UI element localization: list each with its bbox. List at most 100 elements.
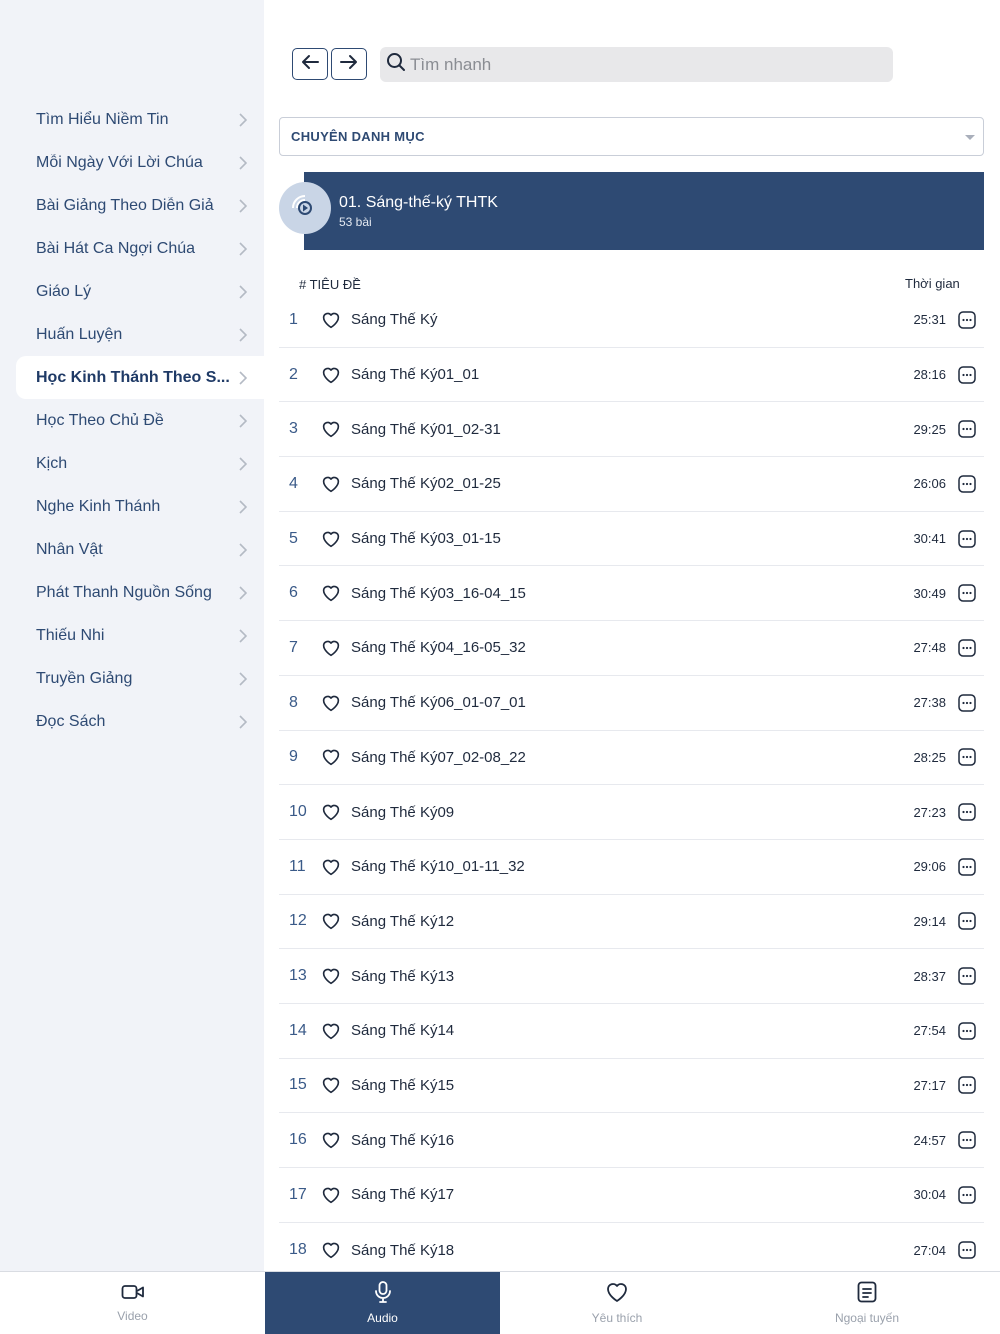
track-title: Sáng Thế Ký12 bbox=[351, 912, 455, 930]
sidebar-item-bai-hat-ca-ngoi-chua[interactable]: Bài Hát Ca Ngợi Chúa bbox=[16, 227, 264, 270]
heart-icon[interactable] bbox=[311, 311, 351, 329]
sidebar-item-tim-hieu-niem-tin[interactable]: Tìm Hiểu Niềm Tin bbox=[16, 98, 264, 141]
track-duration: 27:48 bbox=[913, 640, 946, 656]
sidebar-item-truyen-giang[interactable]: Truyền Giảng bbox=[16, 657, 264, 700]
more-options-icon[interactable] bbox=[958, 912, 976, 931]
track-number: 9 bbox=[289, 748, 298, 766]
tab-audio[interactable]: Audio bbox=[265, 1272, 500, 1334]
sidebar-item-bai-giang-theo-dien-gia[interactable]: Bài Giảng Theo Diễn Giả bbox=[16, 184, 264, 227]
more-options-icon[interactable] bbox=[958, 693, 976, 712]
heart-icon[interactable] bbox=[311, 858, 351, 876]
track-row[interactable]: 8 Sáng Thế Ký06_01-07_01 27:38 bbox=[279, 676, 984, 731]
track-title: Sáng Thế Ký01_02-31 bbox=[351, 420, 501, 438]
forward-button[interactable] bbox=[331, 48, 367, 80]
heart-icon[interactable] bbox=[311, 1022, 351, 1040]
track-duration: 30:04 bbox=[913, 1187, 946, 1203]
more-options-icon[interactable] bbox=[958, 967, 976, 985]
track-row[interactable]: 10 Sáng Thế Ký09 27:23 bbox=[279, 785, 984, 840]
heart-icon[interactable] bbox=[311, 1131, 351, 1149]
track-row[interactable]: 1 Sáng Thế Ký 25:31 bbox=[279, 293, 984, 348]
more-options-icon[interactable] bbox=[958, 1186, 976, 1204]
track-row[interactable]: 12 Sáng Thế Ký12 29:14 bbox=[279, 895, 984, 950]
more-options-icon[interactable] bbox=[958, 803, 976, 821]
track-duration: 25:31 bbox=[913, 312, 946, 328]
track-duration: 29:25 bbox=[913, 421, 946, 437]
playlist-banner[interactable]: 01. Sáng-thế-ký THTK 53 bài bbox=[304, 172, 984, 250]
track-row[interactable]: 4 Sáng Thế Ký02_01-25 26:06 bbox=[279, 457, 984, 512]
sidebar-item-kich[interactable]: Kịch bbox=[16, 442, 264, 485]
category-select[interactable]: CHUYÊN DANH MỤC bbox=[279, 117, 984, 156]
heart-icon[interactable] bbox=[311, 803, 351, 821]
heart-icon[interactable] bbox=[311, 912, 351, 930]
heart-icon[interactable] bbox=[311, 694, 351, 712]
heart-icon[interactable] bbox=[311, 366, 351, 384]
more-options-icon[interactable] bbox=[958, 748, 976, 767]
heart-icon[interactable] bbox=[311, 639, 351, 657]
track-duration: 27:17 bbox=[913, 1077, 946, 1093]
more-options-icon[interactable] bbox=[958, 639, 976, 657]
track-title: Sáng Thế Ký09 bbox=[351, 803, 455, 821]
track-row[interactable]: 2 Sáng Thế Ký01_01 28:16 bbox=[279, 348, 984, 403]
track-row[interactable]: 16 Sáng Thế Ký16 24:57 bbox=[279, 1113, 984, 1168]
sidebar-item-moi-ngay-voi-loi-chua[interactable]: Mỗi Ngày Với Lời Chúa bbox=[16, 141, 264, 184]
more-options-icon[interactable] bbox=[958, 420, 976, 438]
back-button[interactable] bbox=[292, 48, 328, 80]
sidebar: Tìm Hiểu Niềm Tin Mỗi Ngày Với Lời Chúa … bbox=[0, 0, 264, 1271]
track-row[interactable]: 13 Sáng Thế Ký13 28:37 bbox=[279, 949, 984, 1004]
sidebar-item-huan-luyen[interactable]: Huấn Luyện bbox=[16, 313, 264, 356]
more-options-icon[interactable] bbox=[958, 1131, 976, 1149]
track-number: 3 bbox=[289, 420, 298, 438]
track-number: 12 bbox=[289, 912, 307, 930]
more-options-icon[interactable] bbox=[958, 1076, 976, 1095]
track-title: Sáng Thế Ký13 bbox=[351, 967, 455, 985]
track-row[interactable]: 6 Sáng Thế Ký03_16-04_15 30:49 bbox=[279, 566, 984, 622]
track-row[interactable]: 7 Sáng Thế Ký04_16-05_32 27:48 bbox=[279, 621, 984, 676]
track-row[interactable]: 5 Sáng Thế Ký03_01-15 30:41 bbox=[279, 512, 984, 567]
track-duration: 28:16 bbox=[913, 367, 946, 383]
track-title: Sáng Thế Ký01_01 bbox=[351, 366, 480, 384]
heart-icon[interactable] bbox=[311, 1186, 351, 1204]
tab-label: Ngoại tuyến bbox=[834, 1311, 900, 1325]
sidebar-item-thieu-nhi[interactable]: Thiếu Nhi bbox=[16, 614, 264, 657]
track-row[interactable]: 18 Sáng Thế Ký18 27:04 bbox=[279, 1223, 984, 1271]
sidebar-item-giao-ly[interactable]: Giáo Lý bbox=[16, 270, 264, 313]
heart-icon[interactable] bbox=[311, 748, 351, 766]
track-duration: 28:37 bbox=[913, 968, 946, 984]
heart-icon[interactable] bbox=[311, 584, 351, 602]
chevron-right-icon bbox=[236, 499, 250, 514]
track-row[interactable]: 9 Sáng Thế Ký07_02-08_22 28:25 bbox=[279, 731, 984, 786]
track-row[interactable]: 11 Sáng Thế Ký10_01-11_32 29:06 bbox=[279, 840, 984, 895]
track-row[interactable]: 14 Sáng Thế Ký14 27:54 bbox=[279, 1004, 984, 1059]
caret-down-icon bbox=[965, 135, 975, 140]
sidebar-item-hoc-kinh-thanh[interactable]: Học Kinh Thánh Theo S... bbox=[16, 356, 264, 399]
search-box bbox=[380, 47, 893, 82]
sidebar-item-nghe-kinh-thanh[interactable]: Nghe Kinh Thánh bbox=[16, 485, 264, 528]
search-input[interactable] bbox=[410, 54, 870, 75]
track-row[interactable]: 3 Sáng Thế Ký01_02-31 29:25 bbox=[279, 402, 984, 458]
tab-favorites[interactable]: Yêu thích bbox=[500, 1272, 734, 1334]
sidebar-item-nhan-vat[interactable]: Nhân Vật bbox=[16, 528, 264, 571]
sidebar-item-phat-thanh-nguon-song[interactable]: Phát Thanh Nguồn Sống bbox=[16, 571, 264, 614]
sidebar-item-label: Nhân Vật bbox=[36, 540, 103, 558]
heart-icon[interactable] bbox=[311, 420, 351, 438]
heart-icon[interactable] bbox=[311, 967, 351, 985]
more-options-icon[interactable] bbox=[958, 1022, 976, 1040]
heart-icon[interactable] bbox=[311, 1076, 351, 1094]
sidebar-item-doc-sach[interactable]: Đọc Sách bbox=[16, 700, 264, 743]
more-options-icon[interactable] bbox=[958, 365, 976, 384]
sidebar-item-hoc-theo-chu-de[interactable]: Học Theo Chủ Đề bbox=[16, 399, 264, 442]
heart-icon[interactable] bbox=[311, 530, 351, 548]
track-title: Sáng Thế Ký17 bbox=[351, 1186, 455, 1204]
more-options-icon[interactable] bbox=[958, 529, 976, 548]
heart-icon[interactable] bbox=[311, 475, 351, 493]
tab-video[interactable]: Video bbox=[0, 1272, 265, 1334]
more-options-icon[interactable] bbox=[958, 857, 976, 876]
track-row[interactable]: 15 Sáng Thế Ký15 27:17 bbox=[279, 1059, 984, 1114]
more-options-icon[interactable] bbox=[958, 1241, 976, 1259]
heart-icon[interactable] bbox=[311, 1241, 351, 1259]
more-options-icon[interactable] bbox=[958, 584, 976, 603]
more-options-icon[interactable] bbox=[958, 475, 976, 493]
more-options-icon[interactable] bbox=[958, 311, 976, 329]
tab-offline[interactable]: Ngoại tuyến bbox=[734, 1272, 1000, 1334]
track-row[interactable]: 17 Sáng Thế Ký17 30:04 bbox=[279, 1168, 984, 1223]
